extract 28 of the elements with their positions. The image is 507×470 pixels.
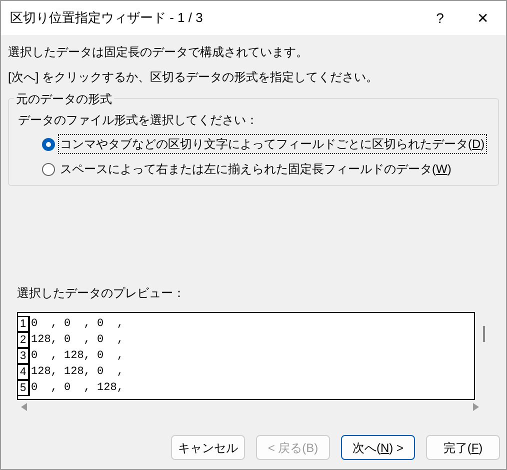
dialog-button[interactable]: 次へ(N) > (341, 435, 415, 460)
radio-button[interactable] (42, 138, 55, 150)
preview-label: 選択したデータのプレビュー： (17, 285, 186, 302)
preview-line: 128, 128, 0 , (29, 364, 124, 380)
preview-line: 0 , 128, 0 , (29, 348, 124, 364)
radio-button[interactable] (42, 162, 55, 176)
radio-label[interactable]: コンマやタブなどの区切り文字によってフィールドごとに区切られたデータ(D) (58, 134, 487, 154)
close-button[interactable]: ✕ (460, 1, 506, 35)
line-number: 5 (18, 380, 29, 396)
line-number: 3 (18, 348, 29, 364)
window-title: 区切り位置指定ウィザード - 1 / 3 (10, 9, 204, 28)
preview-line: 0 , 0 , 128, (29, 380, 124, 396)
group-title: 元のデータの形式 (14, 90, 114, 108)
line-number: 4 (18, 364, 29, 380)
preview-line: 0 , 0 , 0 , (29, 316, 124, 332)
prompt-text: データのファイル形式を選択してください： (18, 112, 259, 129)
dialog-button[interactable]: キャンセル (171, 435, 245, 460)
radio-label[interactable]: スペースによって右または左に揃えられた固定長フィールドのデータ(W) (58, 159, 454, 179)
scroll-left-icon[interactable] (21, 403, 27, 411)
scroll-right-icon[interactable] (473, 403, 479, 411)
instruction-text: [次へ] をクリックするか、区切るデータの形式を指定してください。 (8, 69, 380, 86)
instruction-text: 選択したデータは固定長のデータで構成されています。 (8, 44, 309, 61)
dialog-button[interactable]: 完了(F) (426, 435, 500, 460)
scrollbar-thumb[interactable] (483, 326, 485, 342)
help-button[interactable]: ? (420, 1, 460, 35)
line-number: 2 (18, 332, 29, 348)
line-number: 1 (18, 316, 29, 332)
preview-line: 128, 0 , 0 , (29, 332, 124, 348)
